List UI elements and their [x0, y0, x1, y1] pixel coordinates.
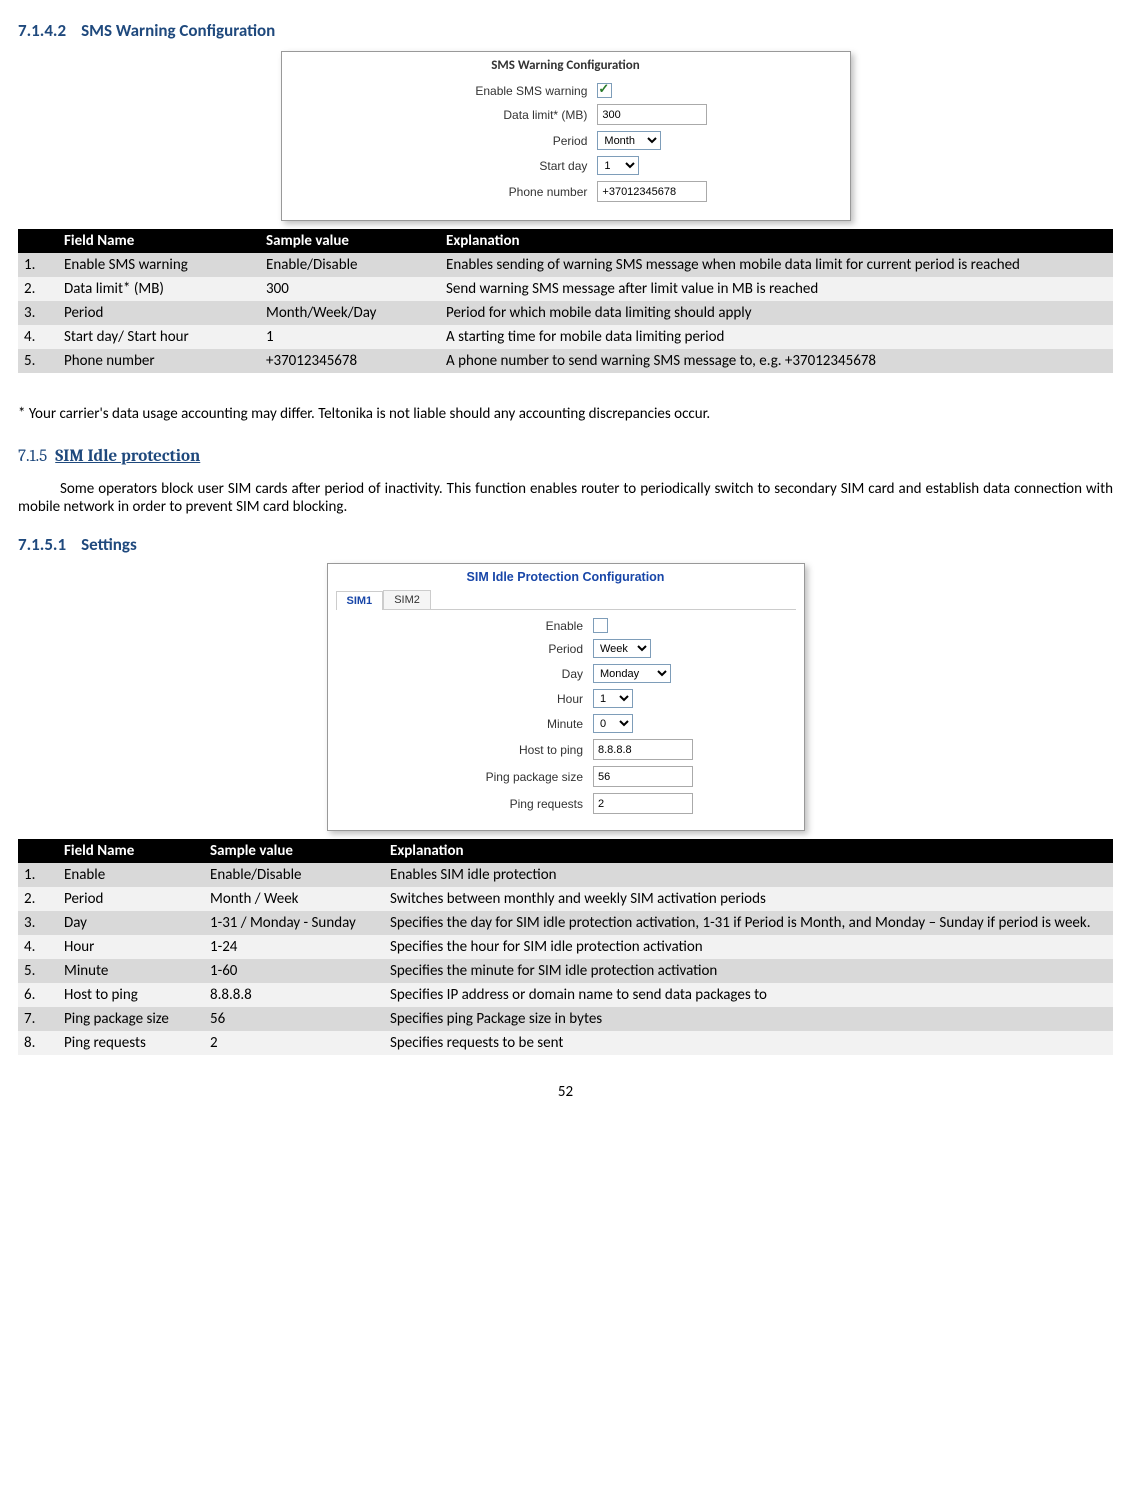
- table-row: 6. Host to ping 8.8.8.8 Specifies IP add…: [18, 983, 1113, 1007]
- label-hour: Hour: [336, 692, 594, 706]
- table-header-row: Field Name Sample value Explanation: [18, 839, 1113, 863]
- screenshot-title: SIM Idle Protection Configuration: [336, 570, 796, 584]
- table-row: 1. Enable Enable/Disable Enables SIM idl…: [18, 863, 1113, 887]
- table-row: 7. Ping package size 56 Specifies ping P…: [18, 1007, 1113, 1031]
- table-row: 4. Start day/ Start hour 1 A starting ti…: [18, 325, 1113, 349]
- tab-sim2[interactable]: SIM2: [383, 590, 431, 609]
- table-sim-idle-fields: Field Name Sample value Explanation 1. E…: [18, 839, 1113, 1055]
- table-row: 4. Hour 1-24 Specifies the hour for SIM …: [18, 935, 1113, 959]
- label-enable: Enable: [336, 619, 594, 633]
- label-pkgsize: Ping package size: [336, 770, 594, 784]
- select-hour[interactable]: 1: [593, 689, 633, 708]
- heading-7151: 7.1.5.1 Settings: [18, 534, 1113, 555]
- table-row: 2. Period Month / Week Switches between …: [18, 887, 1113, 911]
- input-pkgsize[interactable]: [593, 766, 693, 787]
- label-start-day: Start day: [292, 159, 598, 173]
- header-explanation: Explanation: [384, 839, 1113, 863]
- header-num: [18, 839, 58, 863]
- heading-number: 7.1.5.1: [18, 534, 66, 555]
- header-field: Field Name: [58, 229, 260, 253]
- header-explanation: Explanation: [440, 229, 1113, 253]
- heading-text: Settings: [81, 534, 137, 555]
- header-sample: Sample value: [260, 229, 440, 253]
- heading-text: SMS Warning Configuration: [81, 20, 275, 41]
- table-header-row: Field Name Sample value Explanation: [18, 229, 1113, 253]
- select-minute[interactable]: 0: [593, 714, 633, 733]
- label-minute: Minute: [336, 717, 594, 731]
- label-pingreq: Ping requests: [336, 797, 594, 811]
- heading-number: 7.1.4.2: [18, 20, 66, 41]
- heading-71412: 7.1.4.2 SMS Warning Configuration: [18, 20, 1113, 41]
- table-row: 5. Phone number +37012345678 A phone num…: [18, 349, 1113, 373]
- input-data-limit[interactable]: [597, 104, 707, 125]
- table-sms-warning-fields: Field Name Sample value Explanation 1. E…: [18, 229, 1113, 373]
- label-period: Period: [292, 134, 598, 148]
- checkbox-enable-sms[interactable]: [597, 83, 612, 98]
- heading-text: SIM Idle protection: [55, 447, 200, 466]
- input-host[interactable]: [593, 739, 693, 760]
- paragraph-sim-idle: Some operators block user SIM cards afte…: [18, 480, 1113, 516]
- heading-number: 7.1.5: [18, 447, 47, 466]
- select-period[interactable]: Month: [597, 131, 661, 150]
- heading-715: 7.1.5 SIM Idle protection: [18, 445, 1113, 466]
- label-enable-sms: Enable SMS warning: [292, 84, 598, 98]
- label-period2: Period: [336, 642, 594, 656]
- header-sample: Sample value: [204, 839, 384, 863]
- table-row: 3. Day 1-31 / Monday - Sunday Specifies …: [18, 911, 1113, 935]
- header-field: Field Name: [58, 839, 204, 863]
- page-number: 52: [18, 1083, 1113, 1101]
- screenshot-sms-warning: SMS Warning Configuration Enable SMS war…: [281, 51, 851, 221]
- header-num: [18, 229, 58, 253]
- screenshot-title: SMS Warning Configuration: [292, 58, 840, 73]
- table-row: 1. Enable SMS warning Enable/Disable Ena…: [18, 253, 1113, 277]
- select-period2[interactable]: Week: [593, 639, 651, 658]
- select-start-day[interactable]: 1: [597, 156, 639, 175]
- input-phone[interactable]: [597, 181, 707, 202]
- table-row: 2. Data limit* (MB) 300 Send warning SMS…: [18, 277, 1113, 301]
- label-phone: Phone number: [292, 185, 598, 199]
- select-day[interactable]: Monday: [593, 664, 671, 683]
- label-data-limit: Data limit* (MB): [292, 108, 598, 122]
- footnote-carrier: * Your carrier's data usage accounting m…: [18, 405, 1113, 423]
- input-pingreq[interactable]: [593, 793, 693, 814]
- sim-tabs: SIM1 SIM2: [336, 590, 796, 610]
- tab-sim1[interactable]: SIM1: [336, 591, 384, 610]
- table-row: 5. Minute 1-60 Specifies the minute for …: [18, 959, 1113, 983]
- table-row: 8. Ping requests 2 Specifies requests to…: [18, 1031, 1113, 1055]
- label-host: Host to ping: [336, 743, 594, 757]
- screenshot-sim-idle: SIM Idle Protection Configuration SIM1 S…: [327, 563, 805, 831]
- checkbox-enable[interactable]: [593, 618, 608, 633]
- table-row: 3. Period Month/Week/Day Period for whic…: [18, 301, 1113, 325]
- label-day: Day: [336, 667, 594, 681]
